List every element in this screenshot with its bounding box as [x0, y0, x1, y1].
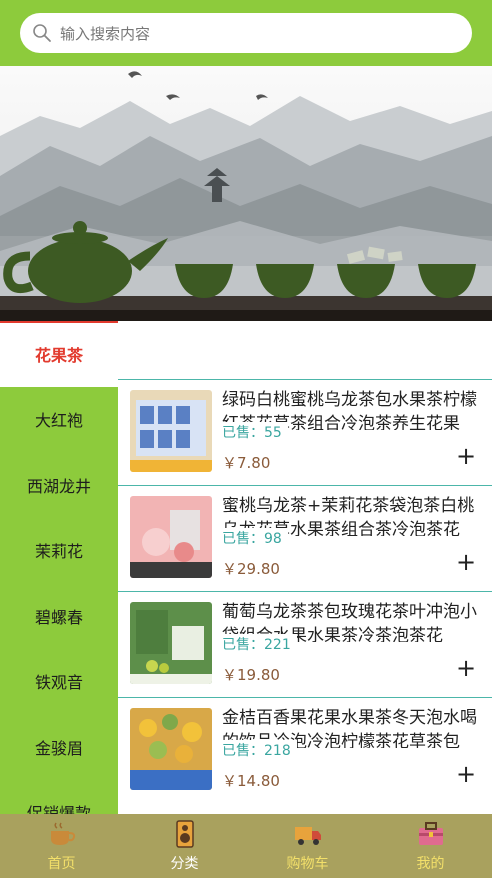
add-to-cart-button[interactable]: +: [456, 444, 476, 468]
speaker-icon: [175, 820, 194, 848]
promo-banner[interactable]: [0, 66, 492, 321]
product-image: [130, 390, 212, 472]
category-item-promo[interactable]: 促销爆款: [0, 780, 118, 814]
tab-category[interactable]: 分类: [123, 814, 246, 878]
search-icon: [33, 24, 51, 42]
product-sold-count: 已售：55: [222, 422, 288, 442]
truck-icon: [294, 827, 321, 845]
product-card[interactable]: 金桔百香果花果水果茶冬天泡水喝的饮品冷泡冷泡柠檬茶花草茶包 已售：218 ￥14…: [118, 697, 492, 803]
product-card[interactable]: 蜜桃乌龙茶+茉莉花茶袋泡茶白桃乌龙花草水果茶组合茶冷泡茶花 已售：98 ￥29.…: [118, 485, 492, 591]
category-item-jinjunmei[interactable]: 金骏眉: [0, 714, 118, 780]
bottom-tab-bar: 首页 分类 购物车 我的: [0, 814, 492, 878]
category-item-dahongpao[interactable]: 大红袍: [0, 387, 118, 453]
add-to-cart-button[interactable]: +: [456, 550, 476, 574]
tab-mine-label: 我的: [416, 856, 445, 872]
product-sold-count: 已售：98: [222, 528, 288, 548]
product-card[interactable]: 绿码白桃蜜桃乌龙茶包水果茶柠檬红茶花草茶组合冷泡茶养生花果 已售：55 ￥7.8…: [118, 379, 492, 485]
header: 输入搜索内容: [0, 0, 492, 66]
product-price: ￥14.80: [222, 772, 280, 790]
category-item-flower-fruit-tea[interactable]: 花果茶: [0, 321, 118, 387]
add-to-cart-button[interactable]: +: [456, 762, 476, 786]
category-item-jasmine[interactable]: 茉莉花: [0, 518, 118, 584]
category-sidebar: 花果茶 大红袍 西湖龙井 茉莉花 碧螺春 铁观音 金骏眉 促销爆款: [0, 321, 118, 814]
coffee-cup-icon: [50, 822, 75, 845]
banner-image: [0, 66, 492, 321]
product-sold-count: 已售：221: [222, 634, 297, 654]
product-price: ￥19.80: [222, 666, 280, 684]
category-item-tieguanyin[interactable]: 铁观音: [0, 649, 118, 715]
tab-cart-label: 购物车: [286, 856, 329, 872]
search-placeholder: 输入搜索内容: [60, 24, 151, 43]
product-image: [130, 708, 212, 790]
tab-cart[interactable]: 购物车: [246, 814, 369, 878]
tab-category-label: 分类: [170, 856, 199, 872]
product-image: [130, 602, 212, 684]
product-card[interactable]: 葡萄乌龙茶茶包玫瑰花茶叶冲泡小袋组合水果水果茶冷茶泡茶花 已售：221 ￥19.…: [118, 591, 492, 697]
search-input[interactable]: 输入搜索内容: [20, 13, 472, 53]
category-item-xihu-longjing[interactable]: 西湖龙井: [0, 452, 118, 518]
product-price: ￥7.80: [222, 454, 271, 472]
list-header-spacer: [118, 321, 492, 379]
category-item-biluochun[interactable]: 碧螺春: [0, 583, 118, 649]
product-list: 绿码白桃蜜桃乌龙茶包水果茶柠檬红茶花草茶组合冷泡茶养生花果 已售：55 ￥7.8…: [118, 321, 492, 814]
tab-mine[interactable]: 我的: [369, 814, 492, 878]
product-image: [130, 496, 212, 578]
product-price: ￥29.80: [222, 560, 280, 578]
product-sold-count: 已售：218: [222, 740, 297, 760]
add-to-cart-button[interactable]: +: [456, 656, 476, 680]
tab-home-label: 首页: [47, 856, 76, 872]
briefcase-icon: [418, 822, 443, 845]
tab-home[interactable]: 首页: [0, 814, 123, 878]
